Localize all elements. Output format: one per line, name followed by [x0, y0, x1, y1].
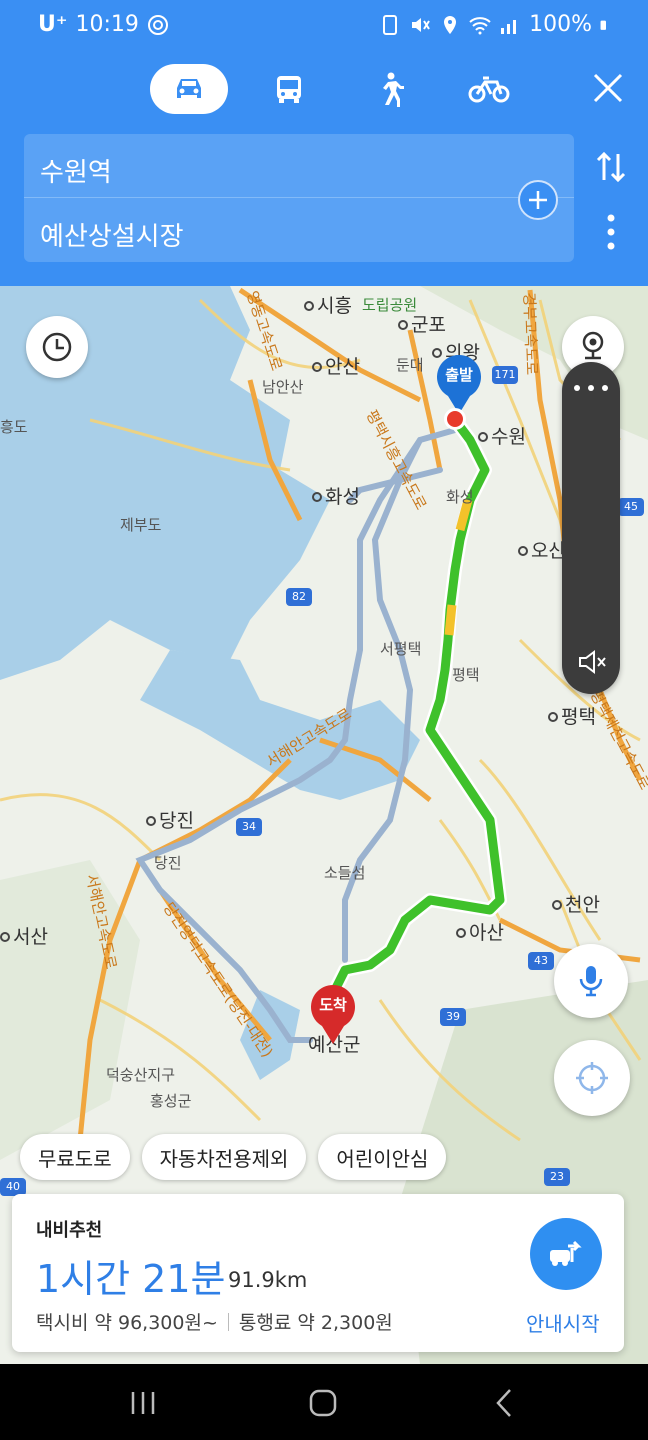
mute-status-icon	[412, 17, 430, 32]
map-label-cheonan: 천안	[552, 890, 600, 917]
map-label-deoksungsan: 덕숭산지구	[106, 1066, 176, 1084]
filter-chip-free-road[interactable]: 무료도로	[20, 1134, 130, 1180]
map-label-hwaseong-jc: 화성	[446, 488, 474, 506]
route-divider	[24, 197, 574, 198]
map-label-gunpo: 군포	[398, 310, 446, 337]
clock: 10:19	[75, 12, 139, 37]
route-tag: 내비추천	[36, 1220, 103, 1241]
history-button[interactable]	[26, 316, 88, 378]
route-shield: 45	[618, 498, 644, 516]
start-navigation-label[interactable]: 안내시작	[526, 1308, 600, 1337]
transport-mode-tabs	[150, 64, 528, 114]
taxi-fare: 택시비 약 96,300원~	[36, 1312, 218, 1334]
status-bar: U⁺ 10:19 100%	[0, 0, 648, 52]
microphone-icon	[579, 966, 603, 997]
destination-field[interactable]: 예산상설시장	[40, 216, 184, 253]
map-label-dangjin-jc: 당진	[154, 854, 182, 872]
end-pin[interactable]: 도착	[308, 984, 358, 1046]
home-icon[interactable]	[306, 1386, 340, 1420]
system-nav-bar	[0, 1364, 648, 1440]
map-label-heungdo: 흥도	[0, 418, 28, 436]
plus-icon	[529, 191, 547, 209]
map-label-dangjin: 당진	[146, 806, 194, 833]
filter-chip-child-safe[interactable]: 어린이안심	[318, 1134, 447, 1180]
map-label-siheung: 시흥	[304, 291, 352, 318]
route-shield: 171	[492, 366, 518, 384]
side-more-icon[interactable]	[574, 378, 608, 398]
nfc-icon	[147, 14, 168, 35]
map-label-sodeulseom: 소들섬	[324, 864, 366, 882]
route-shield: 39	[440, 1008, 466, 1026]
route-input-box: 수원역 예산상설시장	[24, 134, 574, 262]
walk-icon	[383, 72, 404, 107]
recent-apps-icon[interactable]	[126, 1386, 160, 1420]
map-label-hwaseong: 화성	[312, 482, 360, 509]
route-shield: 43	[528, 952, 554, 970]
filter-chip-exclude-car-only[interactable]: 자동차전용제외	[141, 1134, 307, 1180]
route-shield: 23	[544, 1168, 570, 1186]
voice-search-button[interactable]	[554, 944, 628, 1018]
route-distance: 91.9km	[228, 1268, 308, 1292]
map-label-pyeongtaek-jc: 평택	[452, 666, 480, 684]
tab-bike[interactable]	[450, 64, 528, 114]
tab-walk[interactable]	[350, 64, 428, 114]
cost-divider	[227, 1312, 229, 1331]
map-label-hongseong: 홍성군	[150, 1092, 192, 1110]
end-pin-label: 도착	[319, 996, 347, 1014]
map-label-expressway-gyeongbu: 경부고속도로	[520, 292, 541, 376]
clock-icon	[42, 332, 72, 362]
map-label-suwon: 수원	[478, 422, 526, 449]
battery-icon	[600, 20, 606, 30]
route-summary-card[interactable]: 내비추천 1시간 21분 91.9km 택시비 약 96,300원~ 통행료 약…	[12, 1194, 624, 1352]
map-label-dundae: 둔대	[396, 356, 424, 374]
start-point-marker	[444, 408, 466, 430]
map-label-namansan: 남안산	[262, 378, 304, 396]
map-label-seosan: 서산	[0, 922, 48, 949]
crosshair-icon	[576, 1062, 608, 1094]
header: U⁺ 10:19 100% 수원역 예산상설시장	[0, 0, 648, 286]
route-shield: 34	[236, 818, 262, 836]
map-label-jebudo: 제부도	[120, 516, 162, 534]
battery-percent: 100%	[529, 12, 592, 37]
street-view-icon	[582, 331, 604, 360]
route-filter-chips: 무료도로 자동차전용제외 어린이안심	[20, 1134, 447, 1180]
route-costs: 택시비 약 96,300원~ 통행료 약 2,300원	[36, 1308, 393, 1335]
my-location-button[interactable]	[554, 1040, 630, 1116]
origin-field[interactable]: 수원역	[40, 152, 112, 189]
swap-icon[interactable]	[594, 150, 628, 184]
carrier-label: U⁺	[38, 12, 68, 37]
tab-bus[interactable]	[250, 64, 328, 114]
sim-icon	[383, 14, 398, 35]
sound-mute-icon[interactable]	[576, 646, 608, 678]
bike-icon	[468, 76, 510, 103]
map-label-ansan: 안산	[312, 352, 360, 379]
start-navigation-button[interactable]	[530, 1218, 602, 1290]
map-label-pyeongtaek: 평택	[548, 702, 596, 729]
side-panel	[562, 362, 620, 694]
signal-icon	[501, 19, 517, 34]
car-icon	[177, 79, 201, 98]
tab-car[interactable]	[150, 64, 228, 114]
more-vertical-icon[interactable]	[604, 214, 618, 250]
add-waypoint-button[interactable]	[518, 180, 558, 220]
bus-icon	[277, 76, 301, 103]
wifi-icon	[469, 16, 491, 34]
start-pin[interactable]: 출발	[434, 354, 484, 416]
navigation-start-icon	[550, 1240, 582, 1266]
route-shield: 82	[286, 588, 312, 606]
map-label-seopyeongtaek: 서평택	[380, 640, 422, 658]
back-icon[interactable]	[488, 1386, 522, 1420]
map-label-osan: 오산	[518, 536, 566, 563]
location-status-icon	[444, 15, 457, 34]
start-pin-label: 출발	[445, 366, 473, 384]
route-duration: 1시간 21분	[36, 1257, 226, 1301]
map-label-asan: 아산	[456, 918, 504, 945]
close-icon[interactable]	[590, 70, 626, 106]
toll-fee: 통행료 약 2,300원	[238, 1312, 393, 1334]
